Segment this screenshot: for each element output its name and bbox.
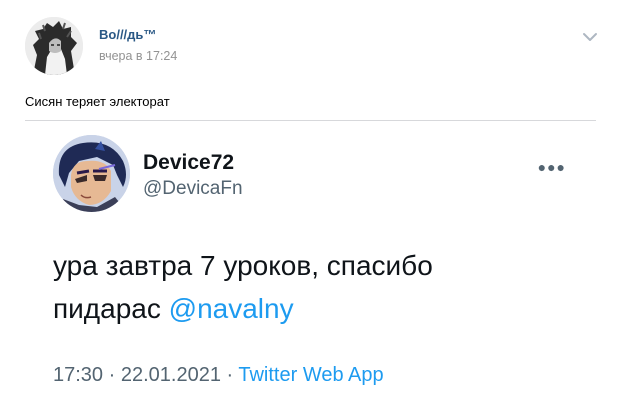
tweet-text-line-1: ура завтра 7 уроков, спасибо: [53, 250, 433, 281]
chevron-down-icon[interactable]: [582, 30, 598, 42]
meta-separator: ·: [103, 364, 121, 386]
post-timestamp[interactable]: вчера в 17:24: [99, 48, 177, 64]
tweet-display-name[interactable]: Device72: [143, 151, 234, 175]
tweet-text: ура завтра 7 уроков, спасибо пидарас @na…: [53, 244, 573, 330]
vk-post: Во///дь™ вчера в 17:24 Сисян теряет элек…: [0, 0, 620, 406]
avatar-illustration: [25, 17, 83, 75]
author-avatar[interactable]: [25, 17, 83, 75]
anime-avatar-illustration: [53, 135, 130, 212]
tweet-mention-link[interactable]: @navalny: [169, 293, 294, 324]
tweet-handle[interactable]: @DevicaFn: [143, 177, 243, 201]
tweet-screenshot[interactable]: Device72 @DevicaFn ●●● ура завтра 7 урок…: [25, 120, 596, 406]
tweet-meta: 17:30 · 22.01.2021 · Twitter Web App: [53, 363, 384, 387]
tweet-text-prefix: пидарас: [53, 293, 169, 324]
tweet-time[interactable]: 17:30: [53, 364, 103, 386]
more-horizontal-icon[interactable]: ●●●: [538, 159, 566, 175]
tweet-source-link[interactable]: Twitter Web App: [238, 364, 383, 386]
tweet-author-avatar[interactable]: [53, 135, 130, 212]
tweet-text-line-2: пидарас @navalny: [53, 287, 573, 330]
author-name[interactable]: Во///дь™: [99, 27, 156, 43]
tweet-date[interactable]: 22.01.2021: [121, 364, 221, 386]
meta-separator: ·: [220, 364, 239, 386]
post-text: Сисян теряет электорат: [25, 94, 170, 109]
